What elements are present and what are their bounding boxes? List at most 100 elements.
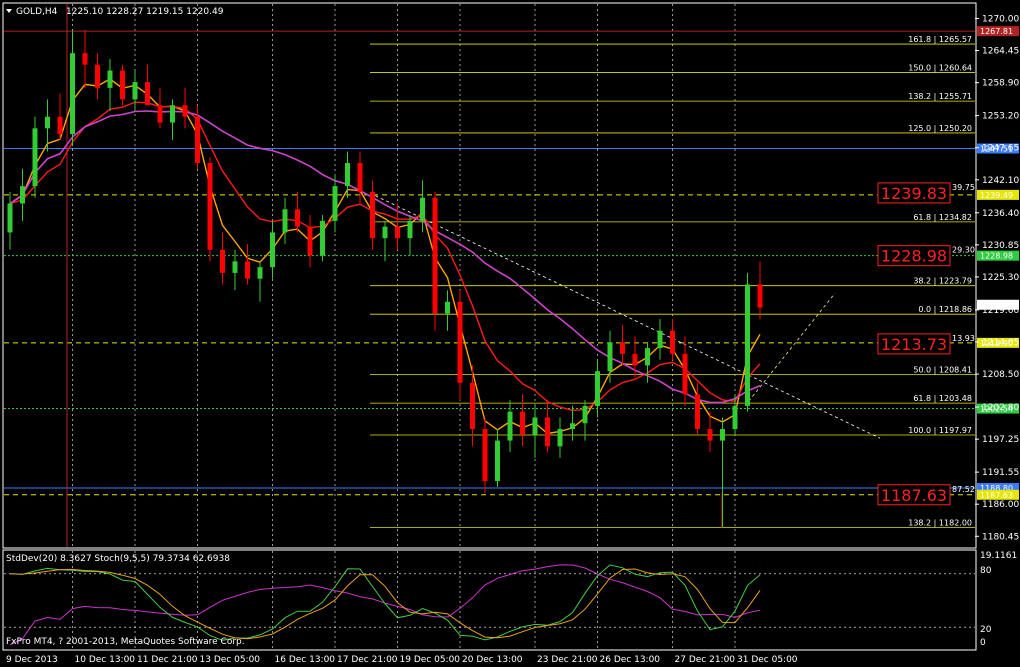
bull-candle	[595, 371, 600, 406]
time-tick-label: 23 Dec 21:00	[537, 655, 598, 665]
time-tick-label: 17 Dec 21:00	[337, 655, 398, 665]
bull-candle	[232, 261, 238, 273]
bull-candle	[70, 53, 75, 135]
bear-candle	[632, 353, 638, 366]
fib-label: 138.2 | 1255.71	[908, 92, 972, 101]
bear-candle	[520, 411, 525, 435]
price-tick-label: 1208.50	[982, 370, 1019, 380]
fib-label: 38.2 | 1223.79	[913, 277, 972, 286]
bull-candle	[320, 220, 325, 256]
bull-candle	[20, 186, 25, 204]
bull-candle	[270, 232, 275, 268]
bull-candle	[495, 440, 500, 482]
time-tick-label: 26 Dec 13:00	[600, 655, 661, 665]
bear-candle	[182, 105, 188, 117]
level-price-text: 1228.98	[980, 252, 1013, 261]
bull-candle	[657, 330, 663, 349]
bear-candle	[120, 70, 125, 100]
time-tick-label: 27 Dec 21:00	[675, 655, 736, 665]
copyright-text: FxPro MT4, ? 2001-2013, MetaQuotes Softw…	[6, 637, 245, 647]
bear-candle	[670, 330, 675, 354]
big-price-side-text: 39.75	[952, 183, 975, 192]
bear-candle	[57, 116, 63, 135]
price-tick-label: 1247.65	[982, 144, 1019, 154]
uptrend-line	[744, 292, 836, 407]
time-tick-label: 31 Dec 05:00	[737, 655, 798, 665]
bull-candle	[745, 284, 750, 406]
level-price-text: 1267.81	[980, 27, 1013, 36]
price-tick-label: 1202.80	[982, 403, 1019, 413]
downtrend-line	[369, 192, 881, 439]
bear-candle	[307, 226, 313, 256]
sub-scale-0: 0	[980, 638, 986, 648]
bull-candle	[332, 186, 338, 221]
bear-candle	[357, 163, 363, 192]
time-tick-label: 20 Dec 13:00	[462, 655, 523, 665]
level-price-text: 1187.63	[980, 491, 1013, 500]
symbol-label: GOLD,H4	[16, 7, 58, 17]
big-price-label: 1228.98	[881, 247, 947, 266]
price-tick-label: 1219.60	[982, 306, 1019, 316]
fib-label: 61.8 | 1203.48	[913, 394, 972, 403]
symbol-dropdown-icon[interactable]	[6, 9, 12, 13]
bear-candle	[470, 382, 475, 430]
bull-candle	[420, 197, 425, 221]
price-tick-label: 1242.10	[982, 176, 1019, 186]
bear-candle	[757, 284, 763, 308]
fib-label: 0.0 | 1218.86	[918, 305, 972, 314]
fib-label: 50.0 | 1208.41	[913, 366, 972, 375]
time-tick-label: 13 Dec 05:00	[200, 655, 261, 665]
bear-candle	[695, 394, 700, 430]
bull-candle	[7, 203, 13, 233]
bear-candle	[145, 82, 150, 106]
bull-candle	[582, 405, 588, 424]
price-tick-label: 1253.20	[982, 112, 1019, 122]
time-tick-label: 11 Dec 21:00	[137, 655, 198, 665]
bull-candle	[132, 82, 138, 100]
fib-label: 161.8 | 1265.57	[908, 35, 972, 44]
sub-scale-80: 80	[980, 566, 992, 576]
sub-scale-20: 20	[980, 625, 992, 635]
price-tick-label: 1197.25	[982, 435, 1019, 445]
price-tick-label: 1236.40	[982, 209, 1019, 219]
time-tick-label: 16 Dec 13:00	[275, 655, 336, 665]
bull-candle	[407, 220, 413, 239]
fibonacci-layer: 161.8 | 1265.57 150.0 | 1260.64 138.2 | 12…	[370, 35, 975, 528]
price-tick-label: 1225.30	[982, 273, 1019, 283]
bear-candle	[157, 105, 163, 123]
bull-candle	[257, 267, 263, 279]
ohlc-readout: 1225.10 1228.27 1219.15 1220.49	[66, 7, 224, 17]
fib-label: 125.0 | 1250.20	[908, 124, 972, 133]
fib-label: 100.0 | 1197.97	[908, 426, 972, 435]
big-price-side-text: 29.30	[952, 246, 975, 255]
bear-candle	[682, 353, 688, 395]
time-tick-label: 19 Dec 05:00	[400, 655, 461, 665]
candles-layer	[7, 30, 763, 528]
fib-label: 150.0 | 1260.64	[908, 64, 972, 73]
bear-candle	[395, 226, 400, 239]
bull-candle	[507, 411, 513, 441]
bull-candle	[607, 342, 613, 372]
trading-chart[interactable]: 1267.811247.511239.491228.981213.901202.…	[0, 0, 1020, 667]
price-tick-label: 1230.85	[982, 241, 1019, 251]
price-axis: 1270.00 1264.45 1258.90 1253.20 1247.65 1242.…	[975, 14, 1019, 542]
price-tick-label: 1186.00	[982, 500, 1019, 510]
bull-candle	[732, 405, 738, 430]
big-price-side-text: 87.52	[952, 485, 975, 494]
indicator-subwindow	[4, 564, 975, 646]
bear-candle	[207, 163, 213, 250]
big-price-label: 1187.63	[881, 486, 947, 505]
bull-candle	[720, 429, 725, 441]
big-price-label: 1213.73	[881, 335, 947, 354]
bear-candle	[82, 53, 88, 65]
bear-candle	[545, 417, 550, 447]
time-tick-label: 9 Dec 2013	[6, 655, 58, 665]
bear-candle	[370, 191, 375, 239]
sub-scale-top: 19.1161	[980, 551, 1017, 561]
bear-candle	[295, 209, 300, 227]
big-price-label: 1239.83	[881, 184, 947, 203]
bull-candle	[557, 429, 563, 447]
price-tick-label: 1270.00	[982, 14, 1019, 24]
bear-candle	[707, 429, 713, 441]
time-axis: 9 Dec 2013 10 Dec 13:00 11 Dec 21:00 13 Dec…	[6, 655, 798, 665]
